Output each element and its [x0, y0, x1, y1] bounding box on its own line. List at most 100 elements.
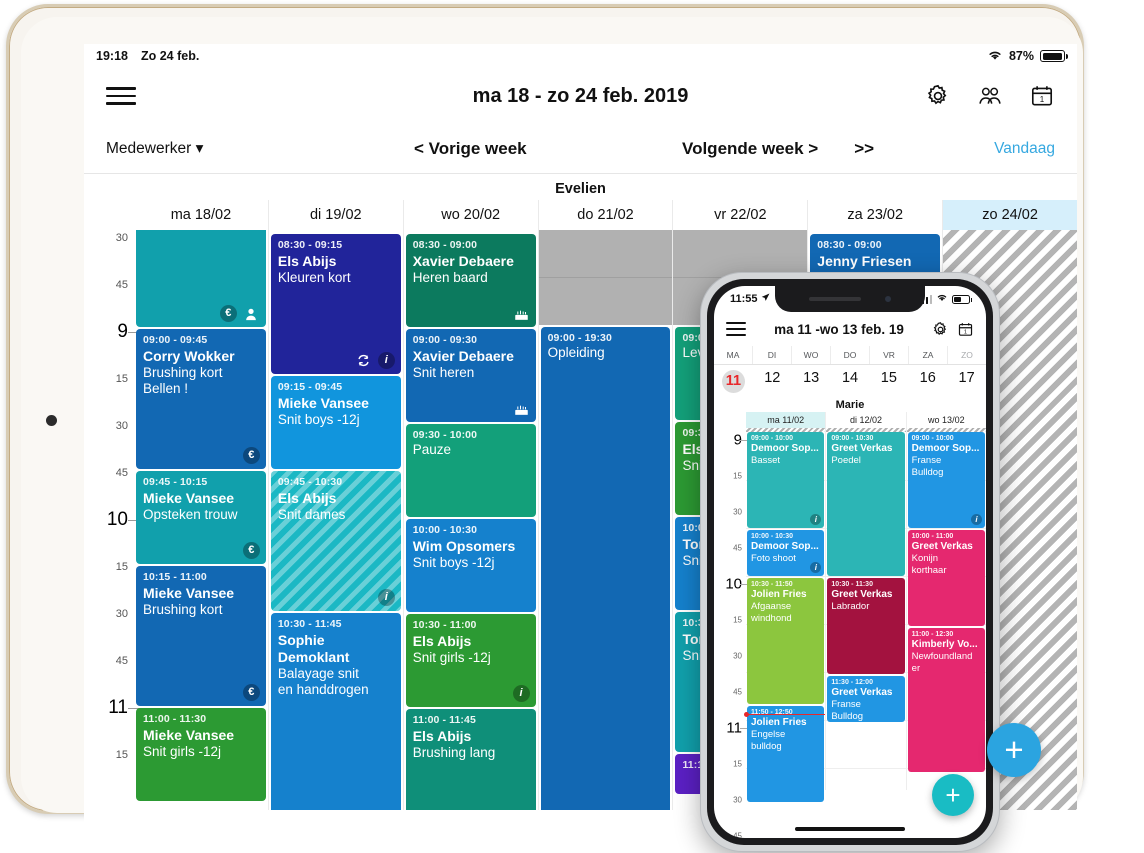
- info-badge-icon[interactable]: i: [377, 589, 395, 606]
- repeat-badge-icon[interactable]: [355, 352, 372, 369]
- calendar-event[interactable]: 08:30 - 09:15 Els Abijs Kleuren kort i: [270, 234, 401, 374]
- calendar-event[interactable]: 10:00 - 10:30 Wim Opsomers Snit boys -12j: [405, 519, 536, 612]
- phone-calendar-event[interactable]: 09:00 - 10:30 Greet Verkas Poedel: [827, 432, 905, 576]
- calendar-event[interactable]: 09:15 - 09:45 Mieke Vansee Snit boys -12j: [270, 376, 401, 469]
- info-badge-icon[interactable]: i: [810, 514, 822, 525]
- calendar-event[interactable]: 11:00 - 11:45 Els Abijs Brushing lang: [405, 709, 536, 810]
- info-badge-icon[interactable]: i: [377, 352, 395, 369]
- phone-weekday-label[interactable]: DO: [830, 346, 869, 364]
- event-badges: i: [512, 685, 530, 702]
- day-body[interactable]: Snit dames€09:00 - 09:45Corry WokkerBrus…: [134, 230, 268, 810]
- next-week-button[interactable]: Volgende week >: [682, 139, 818, 159]
- phone-day-body[interactable]: 09:00 - 10:00 Demoor Sop... Basset i 10:00 -…: [743, 432, 826, 802]
- person-badge-icon[interactable]: [243, 305, 260, 322]
- calendar-event[interactable]: 09:00 - 19:30 Opleiding: [540, 327, 671, 810]
- front-camera-icon: [46, 415, 57, 426]
- day-column[interactable]: do 21/02 09:00 - 19:30 Opleiding: [537, 200, 673, 810]
- phone-event-service-line2: er: [911, 662, 921, 674]
- phone-date-cell[interactable]: 17: [947, 370, 986, 393]
- calendar-event[interactable]: 09:45 - 10:30 Els Abijs Snit dames i: [270, 471, 401, 611]
- day-body[interactable]: 08:30 - 09:15 Els Abijs Kleuren kort i 09:15…: [269, 230, 403, 810]
- phone-date-cell[interactable]: 13: [792, 370, 831, 393]
- day-header: za 23/02: [808, 200, 943, 230]
- day-body[interactable]: 08:30 - 09:00 Xavier Debaere Heren baard 09…: [404, 230, 538, 810]
- cake-badge-icon[interactable]: [513, 400, 530, 417]
- calendar-event[interactable]: 08:30 - 09:00 Xavier Debaere Heren baard: [405, 234, 536, 327]
- settings-gear-icon[interactable]: [925, 83, 951, 109]
- phone-day-body[interactable]: 09:00 - 10:30 Greet Verkas Poedel 10:30 - 1…: [826, 432, 906, 790]
- phone-weekday-label[interactable]: ZA: [908, 346, 947, 364]
- phone-calendar-event[interactable]: 09:00 - 10:00 Demoor Sop... Basset i: [747, 432, 825, 528]
- employees-icon[interactable]: [977, 83, 1003, 109]
- phone-home-indicator[interactable]: [795, 827, 905, 831]
- info-badge-icon[interactable]: i: [970, 514, 982, 525]
- phone-weekday-label[interactable]: VR: [869, 346, 908, 364]
- calendar-event[interactable]: 10:30 - 11:00 Els Abijs Snit girls -12j i: [405, 614, 536, 707]
- phone-weekday-label[interactable]: ZO: [947, 346, 986, 364]
- ipad-top-bar: ma 18 - zo 24 feb. 2019 1: [84, 68, 1077, 124]
- phone-add-appointment-button[interactable]: +: [932, 774, 974, 816]
- phone-calendar-event[interactable]: 11:00 - 12:30 Kimberly Vo... Newfoundland e…: [907, 628, 985, 772]
- phone-weekday-label[interactable]: WO: [791, 346, 830, 364]
- phone-day-body[interactable]: 09:00 - 10:00 Demoor Sop... Franse Bulldog i…: [906, 432, 986, 790]
- euro-badge-icon[interactable]: €: [219, 305, 237, 322]
- phone-date-cell[interactable]: 16: [908, 370, 947, 393]
- phone-date-label: 12: [764, 370, 781, 386]
- calendar-day-icon[interactable]: 1: [957, 321, 974, 338]
- phone-day-column[interactable]: di 12/02 09:00 - 10:30 Greet Verkas Poedel 1…: [825, 412, 906, 790]
- chevron-down-icon: ▾: [195, 140, 204, 157]
- phone-calendar-event[interactable]: 09:00 - 10:00 Demoor Sop... Franse Bulldog i: [907, 432, 985, 528]
- employee-filter-dropdown[interactable]: Medewerker ▾: [106, 139, 203, 158]
- euro-badge-icon[interactable]: €: [242, 447, 260, 464]
- info-badge-icon[interactable]: i: [810, 562, 822, 573]
- phone-event-time: 09:00 - 10:00: [911, 435, 954, 442]
- phone-calendar-event[interactable]: 10:00 - 11:00 Greet Verkas Konijn korthaar: [907, 530, 985, 626]
- event-client-name: Els Abijs: [412, 632, 472, 649]
- event-time: 09:00 - 09:45: [143, 334, 208, 346]
- phone-date-cell[interactable]: 11: [714, 370, 753, 393]
- cake-badge-icon[interactable]: [513, 305, 530, 322]
- phone-notch: [775, 286, 925, 312]
- calendar-day-icon[interactable]: 1: [1029, 83, 1055, 109]
- calendar-event[interactable]: 10:30 - 11:45 Sophie Demoklant Balayage sn…: [270, 613, 401, 810]
- phone-date-cell[interactable]: 14: [831, 370, 870, 393]
- prev-week-button[interactable]: < Vorige week: [414, 139, 527, 159]
- phone-time-tick-label: 30: [733, 795, 742, 805]
- info-badge-icon[interactable]: i: [512, 685, 530, 702]
- day-column[interactable]: di 19/02 08:30 - 09:15 Els Abijs Kleuren ko…: [267, 200, 403, 810]
- add-appointment-button[interactable]: +: [987, 723, 1041, 777]
- phone-date-cell[interactable]: 12: [753, 370, 792, 393]
- calendar-event[interactable]: 10:15 - 11:00 Mieke Vansee Brushing kort €: [136, 566, 266, 706]
- phone-calendar-event[interactable]: 11:50 - 12:50 Jolien Fries Engelse bulldog: [747, 706, 825, 802]
- time-tick-label: 10: [106, 509, 128, 530]
- day-column[interactable]: ma 18/02Snit dames€09:00 - 09:45Corry Wo…: [134, 200, 268, 810]
- calendar-event[interactable]: 09:30 - 10:00 Pauze: [405, 424, 536, 517]
- phone-calendar-event[interactable]: 10:30 - 11:30 Greet Verkas Labrador: [827, 578, 905, 674]
- phone-calendar-event[interactable]: 10:30 - 11:50 Jolien Fries Afgaanse windhon…: [747, 578, 825, 704]
- event-client-name: Wim Opsomers: [412, 537, 516, 554]
- phone-weekday-label[interactable]: DI: [752, 346, 791, 364]
- day-body[interactable]: 09:00 - 19:30 Opleiding: [538, 230, 673, 810]
- phone-time-tick-label: 45: [733, 543, 742, 553]
- calendar-event[interactable]: 09:00 - 09:30 Xavier Debaere Snit heren: [405, 329, 536, 422]
- phone-weekday-label[interactable]: MA: [714, 346, 752, 364]
- jump-forward-button[interactable]: >>: [854, 139, 874, 159]
- today-button[interactable]: Vandaag: [994, 140, 1055, 158]
- euro-badge-icon[interactable]: €: [242, 684, 260, 701]
- calendar-event[interactable]: Snit dames€: [136, 230, 266, 327]
- phone-day-header: wo 13/02: [928, 415, 965, 425]
- hamburger-menu-icon[interactable]: [106, 82, 136, 110]
- phone-calendar-event[interactable]: 11:30 - 12:00 Greet Verkas Franse Bulldog: [827, 676, 905, 722]
- hamburger-menu-icon[interactable]: [726, 319, 746, 340]
- calendar-event[interactable]: 11:00 - 11:30 Mieke Vansee Snit girls -12j: [136, 708, 266, 801]
- settings-gear-icon[interactable]: [932, 321, 949, 338]
- calendar-event[interactable]: 09:45 - 10:15 Mieke Vansee Opsteken trouw €: [136, 471, 266, 564]
- euro-badge-icon[interactable]: €: [242, 542, 260, 559]
- day-column[interactable]: wo 20/02 08:30 - 09:00 Xavier Debaere Heren…: [402, 200, 538, 810]
- phone-calendar-event[interactable]: 10:00 - 10:30 Demoor Sop... Foto shoot i: [747, 530, 825, 576]
- event-client-name: Jenny Friesen: [817, 252, 912, 269]
- phone-day-column[interactable]: wo 13/02 09:00 - 10:00 Demoor Sop... Franse…: [905, 412, 986, 790]
- calendar-event[interactable]: 09:00 - 09:45 Corry Wokker Brushing kort Be…: [136, 329, 266, 469]
- phone-date-cell[interactable]: 15: [869, 370, 908, 393]
- phone-day-column[interactable]: ma 11/02 09:00 - 10:00 Demoor Sop... Basset…: [743, 412, 826, 802]
